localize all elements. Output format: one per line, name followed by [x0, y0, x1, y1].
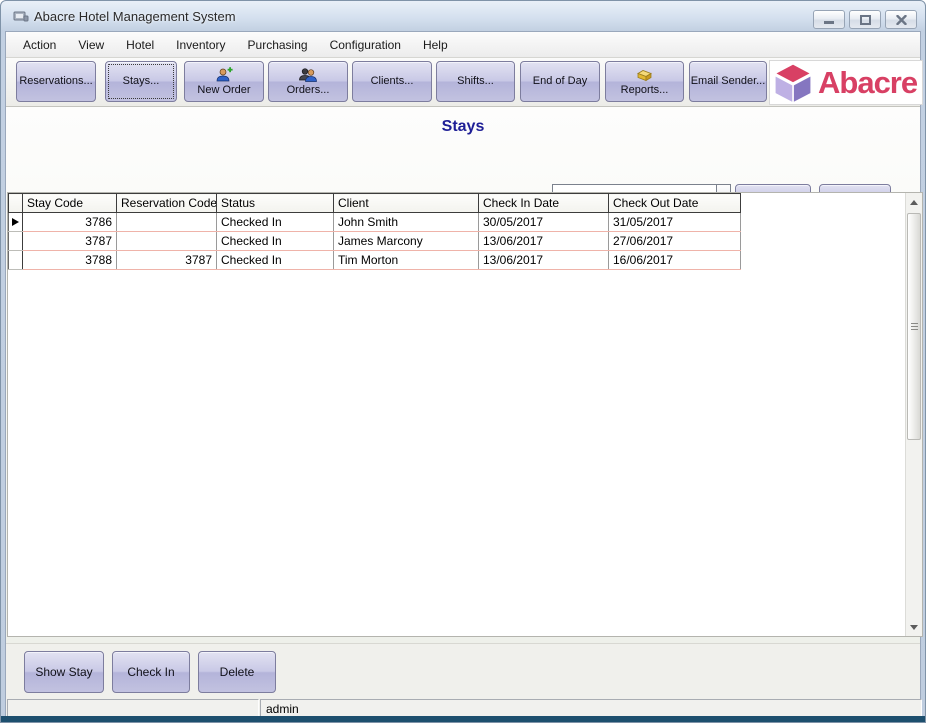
end-of-day-button[interactable]: End of Day: [520, 61, 600, 102]
col-status[interactable]: Status: [217, 194, 334, 213]
row-selector-cell: [9, 232, 23, 251]
col-stay-code[interactable]: Stay Code: [23, 194, 117, 213]
col-check-out-date[interactable]: Check Out Date: [609, 194, 741, 213]
page-title: Stays: [6, 118, 920, 136]
scroll-down-button[interactable]: [906, 618, 922, 636]
orders-button[interactable]: Orders...: [268, 61, 348, 102]
table-row[interactable]: 3786 Checked In John Smith 30/05/2017 31…: [9, 213, 741, 232]
table-row[interactable]: 3787 Checked In James Marcony 13/06/2017…: [9, 232, 741, 251]
maximize-button[interactable]: [849, 10, 881, 29]
cell-client[interactable]: Tim Morton: [334, 251, 479, 270]
table-row[interactable]: 3788 3787 Checked In Tim Morton 13/06/20…: [9, 251, 741, 270]
abacre-logo-text: Abacre: [818, 65, 917, 101]
menu-bar: Action View Hotel Inventory Purchasing C…: [6, 32, 920, 58]
app-icon: [13, 9, 29, 23]
client-area: Action View Hotel Inventory Purchasing C…: [5, 31, 921, 718]
orders-button-label: Orders...: [287, 84, 330, 97]
cell-reservation-code[interactable]: [117, 232, 217, 251]
cell-check-in-date[interactable]: 30/05/2017: [479, 213, 609, 232]
row-selector-header: [9, 194, 23, 213]
selected-row-arrow-icon: [12, 218, 19, 226]
menu-configuration[interactable]: Configuration: [319, 34, 412, 56]
delete-button[interactable]: Delete: [198, 651, 276, 693]
clients-button[interactable]: Clients...: [352, 61, 432, 102]
cell-check-in-date[interactable]: 13/06/2017: [479, 251, 609, 270]
toolbar: Reservations... Stays... New Order: [6, 58, 920, 107]
window-title: Abacre Hotel Management System: [34, 9, 236, 24]
abacre-cube-icon: [770, 61, 816, 105]
window-frame-bottom: [1, 716, 925, 722]
vertical-scrollbar[interactable]: [905, 193, 922, 636]
email-sender-button-label: Email Sender...: [691, 75, 766, 88]
thumb-grip: [911, 326, 918, 327]
reservations-button-label: Reservations...: [19, 75, 92, 88]
new-order-button[interactable]: New Order: [184, 61, 264, 102]
new-order-button-label: New Order: [197, 84, 250, 97]
person-add-icon: [215, 67, 233, 83]
thumb-grip: [911, 329, 918, 330]
reports-button[interactable]: Reports...: [605, 61, 684, 102]
abacre-logo: Abacre: [769, 60, 923, 105]
cell-client[interactable]: John Smith: [334, 213, 479, 232]
cell-status[interactable]: Checked In: [217, 213, 334, 232]
table-header-row: Stay Code Reservation Code Status Client…: [9, 194, 741, 213]
end-of-day-button-label: End of Day: [533, 75, 587, 88]
maximize-icon: [860, 15, 871, 25]
cell-client[interactable]: James Marcony: [334, 232, 479, 251]
scroll-down-icon: [910, 625, 918, 630]
minimize-button[interactable]: [813, 10, 845, 29]
app-window: Abacre Hotel Management System Action Vi…: [0, 0, 926, 723]
close-button[interactable]: [885, 10, 917, 29]
stays-grid-area: Stay Code Reservation Code Status Client…: [7, 192, 923, 637]
menu-inventory[interactable]: Inventory: [165, 34, 236, 56]
cell-status[interactable]: Checked In: [217, 232, 334, 251]
stays-button[interactable]: Stays...: [105, 61, 177, 102]
check-in-button[interactable]: Check In: [112, 651, 190, 693]
stays-table: Stay Code Reservation Code Status Client…: [8, 193, 741, 270]
people-icon: [298, 67, 318, 83]
cell-stay-code[interactable]: 3788: [23, 251, 117, 270]
cell-status[interactable]: Checked In: [217, 251, 334, 270]
menu-action[interactable]: Action: [12, 34, 67, 56]
show-stay-button[interactable]: Show Stay: [24, 651, 104, 693]
cell-stay-code[interactable]: 3786: [23, 213, 117, 232]
stays-button-label: Stays...: [123, 75, 160, 88]
cell-reservation-code[interactable]: [117, 213, 217, 232]
thumb-grip: [911, 323, 918, 324]
cell-check-in-date[interactable]: 13/06/2017: [479, 232, 609, 251]
col-check-in-date[interactable]: Check In Date: [479, 194, 609, 213]
scroll-up-button[interactable]: [906, 193, 922, 211]
report-folder-icon: [635, 67, 655, 83]
menu-help[interactable]: Help: [412, 34, 459, 56]
minimize-icon: [823, 15, 835, 24]
menu-purchasing[interactable]: Purchasing: [237, 34, 319, 56]
row-selector-cell: [9, 251, 23, 270]
cell-reservation-code[interactable]: 3787: [117, 251, 217, 270]
menu-view[interactable]: View: [67, 34, 115, 56]
menu-hotel[interactable]: Hotel: [115, 34, 165, 56]
shifts-button-label: Shifts...: [457, 75, 494, 88]
title-bar: Abacre Hotel Management System: [1, 1, 925, 31]
shifts-button[interactable]: Shifts...: [436, 61, 515, 102]
reservations-button[interactable]: Reservations...: [16, 61, 96, 102]
col-client[interactable]: Client: [334, 194, 479, 213]
cell-check-out-date[interactable]: 31/05/2017: [609, 213, 741, 232]
cell-check-out-date[interactable]: 16/06/2017: [609, 251, 741, 270]
cell-stay-code[interactable]: 3787: [23, 232, 117, 251]
clients-button-label: Clients...: [371, 75, 414, 88]
email-sender-button[interactable]: Email Sender...: [689, 61, 767, 102]
row-selector-cell: [9, 213, 23, 232]
col-reservation-code[interactable]: Reservation Code: [117, 194, 217, 213]
footer-panel: Show Stay Check In Delete: [6, 643, 920, 698]
close-icon: [896, 15, 907, 25]
cell-check-out-date[interactable]: 27/06/2017: [609, 232, 741, 251]
reports-button-label: Reports...: [621, 84, 669, 97]
scrollbar-thumb[interactable]: [907, 213, 921, 440]
scroll-up-icon: [910, 200, 918, 205]
